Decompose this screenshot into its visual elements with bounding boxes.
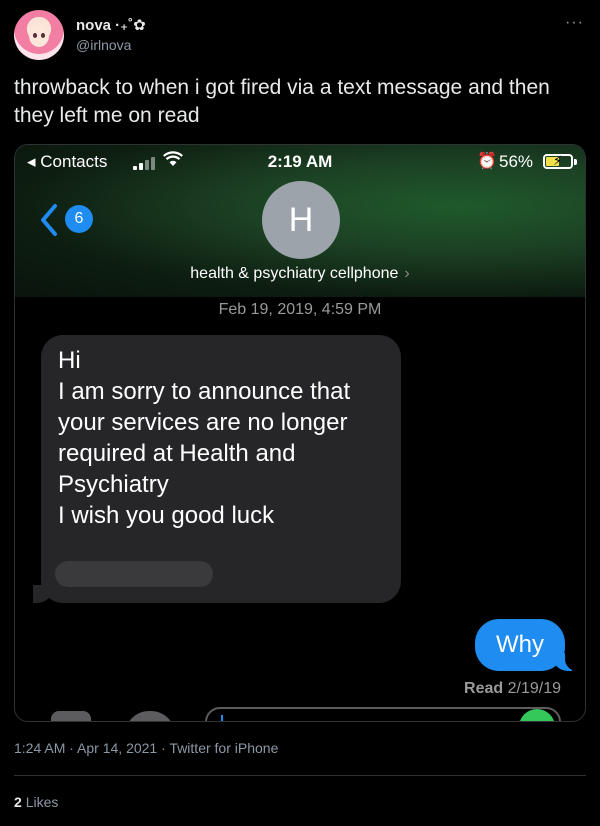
avatar[interactable]: [14, 10, 64, 60]
contact-avatar[interactable]: H: [262, 181, 340, 259]
bubble-tail: [33, 585, 53, 603]
appstore-icon[interactable]: [125, 711, 175, 721]
avatar-eye: [41, 33, 45, 38]
avatar-face: [29, 25, 49, 47]
divider: [14, 775, 586, 776]
read-date: 2/19/19: [507, 680, 561, 697]
contact-name[interactable]: health & psychiatry cellphone ›: [15, 265, 585, 283]
tweet-header: nova ·₊˚✿ @irlnova ···: [14, 10, 586, 62]
camera-icon[interactable]: [51, 711, 91, 721]
battery-tip: [574, 159, 577, 165]
back-chevron-icon[interactable]: [39, 203, 59, 237]
contact-name-label: health & psychiatry cellphone: [190, 265, 399, 282]
outgoing-message-bubble: Why: [475, 619, 582, 671]
battery-icon: ⚡: [543, 153, 573, 169]
tweet-date[interactable]: Apr 14, 2021: [77, 740, 157, 756]
charging-bolt-icon: ⚡: [553, 153, 563, 168]
contact-header: ◂ Contacts 2:19 AM ⏰ 56% ⚡ 6 H health & …: [15, 145, 585, 297]
tweet-media-screenshot[interactable]: ◂ Contacts 2:19 AM ⏰ 56% ⚡ 6 H health & …: [14, 144, 586, 722]
outgoing-message-text: Why: [496, 631, 544, 658]
read-receipt: Read 2/19/19: [464, 680, 561, 698]
avatar-eye: [33, 33, 37, 38]
incoming-message-text: Hi I am sorry to announce that your serv…: [58, 347, 351, 529]
display-name[interactable]: nova ·₊˚✿: [76, 16, 146, 34]
tweet-time[interactable]: 1:24 AM: [14, 740, 65, 756]
alarm-icon: ⏰: [477, 153, 497, 170]
text-cursor: [221, 715, 223, 721]
message-timestamp: Feb 19, 2019, 4:59 PM: [218, 301, 382, 318]
likes-count[interactable]: 2 Likes: [14, 794, 58, 810]
tweet-source[interactable]: Twitter for iPhone: [169, 740, 278, 756]
user-handle[interactable]: @irlnova: [76, 37, 131, 53]
read-label: Read: [464, 680, 504, 697]
more-icon[interactable]: ···: [565, 14, 584, 32]
redacted-text: [55, 561, 213, 587]
tweet-text: throwback to when i got fired via a text…: [14, 76, 550, 127]
chevron-right-icon: ›: [404, 265, 410, 282]
message-input-bar: [15, 705, 585, 721]
unread-count-badge[interactable]: 6: [65, 205, 93, 233]
likes-number: 2: [14, 794, 22, 810]
incoming-message-bubble: Hi I am sorry to announce that your serv…: [23, 335, 401, 603]
status-bar: ◂ Contacts 2:19 AM ⏰ 56% ⚡: [15, 145, 585, 181]
likes-label: Likes: [25, 794, 59, 810]
battery-percent: 56%: [499, 152, 534, 171]
message-input[interactable]: [205, 707, 561, 721]
tweet-meta: 1:24 AM · Apr 14, 2021 · Twitter for iPh…: [14, 740, 279, 756]
